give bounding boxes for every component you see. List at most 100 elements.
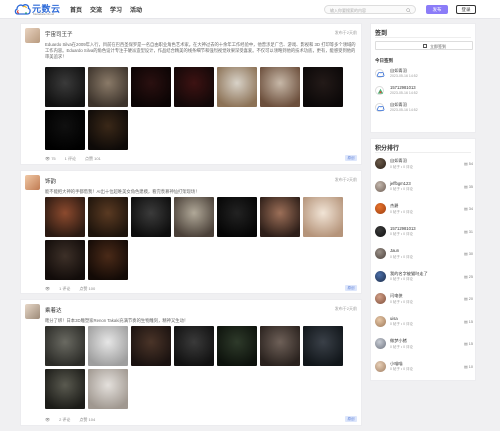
- signin-time: 2023-05-16 14:52: [390, 108, 418, 112]
- user-avatar[interactable]: [375, 69, 385, 78]
- post-text[interactable]: 瞎分了绑！日本3D雕塑家Renon Takaki充满节奏的生物雕刻，精神又生动！: [45, 318, 357, 324]
- post-image[interactable]: [260, 197, 300, 237]
- post-image[interactable]: [174, 67, 214, 107]
- post-image[interactable]: [45, 110, 85, 150]
- user-avatar[interactable]: [375, 86, 384, 95]
- post-image[interactable]: [131, 326, 171, 366]
- signin-button[interactable]: 立即签到: [375, 41, 473, 50]
- user-avatar[interactable]: [375, 158, 386, 169]
- comment-count[interactable]: 1 评论: [59, 286, 70, 292]
- signin-time: 2023-05-16 14:52: [390, 91, 418, 95]
- post-author[interactable]: 宇宙司王子: [45, 30, 73, 38]
- post-text[interactable]: 能不能把大神的手都借我！AI出十位超唯美女角色建模，看完羡慕神仙打架现场！: [45, 189, 357, 195]
- post-image[interactable]: [174, 326, 214, 366]
- post-author[interactable]: 饰韵: [45, 177, 56, 185]
- comment-count[interactable]: 1 评论: [65, 156, 76, 162]
- nav-item-learn[interactable]: 学习: [110, 5, 122, 14]
- cloud-logo-icon: [14, 4, 31, 15]
- user-name[interactable]: 杰爵: [390, 203, 398, 209]
- nav-item-home[interactable]: 首页: [70, 5, 82, 14]
- ranking-item: 小喵喵 0 帖子 • 0 评论 ▤ 10: [375, 359, 473, 375]
- post-image[interactable]: [303, 326, 343, 366]
- view-count: 👁 75: [45, 156, 56, 161]
- user-name[interactable]: uisa: [390, 316, 398, 321]
- post-image[interactable]: [131, 197, 171, 237]
- ranking-item: uisa 0 帖子 • 0 评论 ▤ 15: [375, 314, 473, 330]
- post-image[interactable]: [45, 240, 85, 280]
- user-stats: 0 帖子 • 0 评论: [390, 344, 414, 349]
- cloud-logo-icon: [376, 72, 385, 77]
- calendar-icon: [423, 44, 427, 48]
- post-image[interactable]: [45, 326, 85, 366]
- user-avatar[interactable]: [375, 293, 386, 304]
- post-image[interactable]: [88, 67, 128, 107]
- user-avatar[interactable]: [375, 103, 385, 112]
- like-count[interactable]: 点赞 101: [85, 156, 101, 162]
- user-name[interactable]: 15712981013: [390, 226, 416, 231]
- post-tag[interactable]: 原创: [345, 155, 357, 161]
- ranking-panel: 积分排行 自如青羽 0 帖子 • 0 评论 ▤ 54 jeffbgm123 0 帖子 •…: [370, 138, 476, 381]
- post-image[interactable]: [88, 240, 128, 280]
- user-avatar[interactable]: [375, 338, 386, 349]
- user-avatar[interactable]: [375, 248, 386, 259]
- post-image[interactable]: [88, 110, 128, 150]
- search-icon[interactable]: [406, 7, 411, 13]
- user-avatar[interactable]: [375, 270, 386, 282]
- triangle-logo-icon: [377, 88, 384, 94]
- user-avatar[interactable]: [375, 203, 386, 214]
- points-count: ▤ 25: [464, 274, 473, 279]
- user-avatar[interactable]: [375, 225, 386, 237]
- user-name[interactable]: 闪电侠: [390, 293, 403, 299]
- user-name[interactable]: jeffbgm123: [390, 181, 411, 186]
- post-tag[interactable]: 原创: [345, 285, 357, 291]
- post-image[interactable]: [303, 67, 343, 107]
- post-image[interactable]: [45, 67, 85, 107]
- user-name[interactable]: 小喵喵: [390, 361, 403, 367]
- cloud-logo-icon: [376, 106, 385, 111]
- user-name[interactable]: 15712981013: [390, 85, 416, 90]
- post-image[interactable]: [131, 67, 171, 107]
- points-count: ▤ 20: [464, 297, 473, 301]
- post-image[interactable]: [303, 197, 343, 237]
- user-avatar[interactable]: [375, 180, 386, 192]
- post-text[interactable]: Eduardo Silva在2009年入行，目前在巴西圣保罗是一名自由职业角色艺…: [45, 42, 357, 60]
- post-image[interactable]: [260, 326, 300, 366]
- user-stats: 0 帖子 • 0 评论: [390, 164, 414, 169]
- avatar[interactable]: [25, 28, 40, 43]
- user-name[interactable]: 做梦小猪: [390, 338, 407, 344]
- post-image[interactable]: [45, 369, 85, 409]
- like-count[interactable]: 点赞 104: [79, 417, 95, 423]
- user-name[interactable]: 我的名字被猫叼走了: [390, 271, 428, 277]
- user-avatar[interactable]: [375, 360, 386, 372]
- post-image[interactable]: [260, 67, 300, 107]
- points-count: ▤ 15: [464, 342, 473, 346]
- logo[interactable]: 元数云 Metadata Cloud: [14, 2, 66, 17]
- search-input[interactable]: 输入你要搜索的内容: [324, 5, 416, 14]
- post-image[interactable]: [88, 369, 128, 409]
- post-image-grid: [45, 326, 343, 409]
- user-name[interactable]: Jaun: [390, 248, 399, 253]
- post-image[interactable]: [217, 67, 257, 107]
- publish-button[interactable]: 发布: [426, 5, 448, 14]
- post-tag[interactable]: 原创: [345, 416, 357, 422]
- post-image[interactable]: [88, 197, 128, 237]
- post-image[interactable]: [45, 197, 85, 237]
- nav-item-community[interactable]: 交流: [90, 5, 102, 14]
- user-avatar[interactable]: [375, 315, 386, 327]
- post-image[interactable]: [217, 326, 257, 366]
- post-image[interactable]: [88, 326, 128, 366]
- nav-item-events[interactable]: 活动: [130, 5, 142, 14]
- post-image[interactable]: [174, 197, 214, 237]
- avatar[interactable]: [25, 304, 40, 319]
- comment-count[interactable]: 2 评论: [59, 417, 70, 423]
- ranking-item: 闪电侠 0 帖子 • 0 评论 ▤ 20: [375, 291, 473, 307]
- user-name[interactable]: 自如青羽: [390, 158, 407, 164]
- post-author[interactable]: 乘着达: [45, 306, 62, 314]
- search-placeholder: 输入你要搜索的内容: [330, 7, 366, 13]
- like-count[interactable]: 点赞 100: [79, 286, 95, 292]
- view-count: 👁: [45, 286, 51, 291]
- avatar[interactable]: [25, 175, 40, 190]
- ranking-item: 杰爵 0 帖子 • 0 评论 ▤ 34: [375, 201, 473, 217]
- post-image[interactable]: [217, 197, 257, 237]
- login-button[interactable]: 登录: [456, 5, 476, 14]
